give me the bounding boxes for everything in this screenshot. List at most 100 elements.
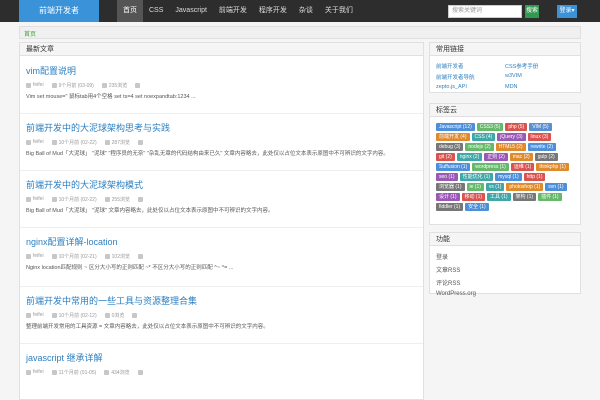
post-comments[interactable] [135, 81, 141, 89]
sidebar-link[interactable]: 前端开发者导航 [436, 73, 505, 81]
tag-chip[interactable]: 工具 (1) [487, 193, 511, 201]
tag-chip[interactable]: jQuery (3) [497, 133, 526, 141]
post-excerpt: 整理前端开发常用的工具资源 = 文章内容略去，此处仅以占位文本表示原图中不可辨识… [26, 324, 269, 330]
post-comments[interactable] [137, 252, 143, 260]
sidebar-link[interactable]: w3VIM [505, 73, 574, 81]
site-logo[interactable]: 前端开发者 [19, 0, 99, 22]
nav-item-css[interactable]: CSS [143, 0, 169, 22]
post-author[interactable]: feifei [26, 81, 44, 89]
tag-chip[interactable]: 移动 (1) [461, 193, 486, 201]
tag-chip[interactable]: 前端开发 (4) [436, 133, 470, 141]
search-input[interactable]: 搜索关键词 [448, 5, 522, 18]
post-author[interactable]: feifei [26, 311, 44, 319]
tag-chip[interactable]: gulp (2) [534, 153, 558, 161]
meta-link[interactable]: 登录 [436, 252, 574, 261]
post-views: 287浏览 [104, 138, 130, 146]
tag-chip[interactable]: wordpress (1) [472, 163, 509, 171]
eye-icon [101, 82, 107, 88]
meta-link[interactable]: WordPress.org [436, 291, 574, 297]
sidebar-links-title: 常用链接 [430, 43, 580, 56]
tag-chip[interactable]: ie (1) [466, 183, 484, 191]
nav-item-frontend[interactable]: 前端开发 [213, 0, 253, 22]
tag-chip[interactable]: http (1) [523, 173, 546, 181]
tag-chip[interactable]: photoshop (1) [506, 183, 544, 191]
post-excerpt: Nginx location匹配规则 ~ 区分大小写的正则匹配 ~* 不区分大小… [26, 265, 234, 271]
sidebar-meta-title: 功能 [430, 233, 580, 246]
post-meta: feifei 10个月前 (02-22) 287浏览 [26, 138, 418, 146]
tag-chip[interactable]: php (5) [505, 123, 528, 131]
user-icon [26, 82, 31, 88]
post-title[interactable]: vim配置说明 [26, 65, 418, 77]
post-title[interactable]: nginx配置详解-location [26, 236, 418, 248]
tag-chip[interactable]: rewrite (2) [527, 143, 557, 151]
sidebar-link[interactable]: zepto.js_API [436, 84, 505, 90]
tag-chip[interactable]: Suffusion (1) [436, 163, 471, 171]
comment-icon [132, 312, 138, 318]
tag-chip[interactable]: CSS3 (5) [476, 123, 504, 131]
tag-chip[interactable]: HTML5 (2) [495, 143, 526, 151]
tag-chip[interactable]: 安全 (1) [465, 203, 489, 211]
sidebar-meta-widget: 功能 登录 文章RSS 评论RSS WordPress.org [429, 232, 581, 297]
user-icon [26, 312, 31, 318]
post-excerpt: Big Ball of Mud「大泥球」 "泥球" 文章内容略去，此处仅以占位文… [26, 208, 274, 214]
tag-chip[interactable]: vs (1) [485, 183, 505, 191]
tag-chip[interactable]: 设计 (1) [436, 193, 460, 201]
meta-link[interactable]: 文章RSS [436, 265, 574, 274]
post-author[interactable]: feifei [26, 195, 44, 203]
tag-chip[interactable]: Javascript (12) [436, 123, 475, 131]
eye-icon [104, 139, 110, 145]
tag-chip[interactable]: svn (1) [545, 183, 567, 191]
eye-icon [104, 253, 110, 259]
user-menu-button[interactable]: 登录▾ [557, 5, 577, 18]
sidebar-link[interactable]: MDN [505, 84, 574, 90]
sidebar-tags-widget: 标签云 Javascript (12) CSS3 (5) php (5) VIM (5… [429, 103, 581, 225]
post-views: 434浏览 [104, 368, 130, 376]
tag-chip[interactable]: git (2) [436, 153, 455, 161]
post-comments[interactable] [137, 368, 143, 376]
tag-chip[interactable]: linux (3) [527, 133, 552, 141]
post-comments[interactable] [137, 138, 143, 146]
tag-chip[interactable]: 性能优化 (1) [459, 173, 494, 181]
post-title[interactable]: 前端开发中常用的一些工具与资源整理合集 [26, 295, 418, 307]
tag-chip[interactable]: 浏览器 (1) [436, 183, 465, 191]
sidebar-link[interactable]: 前端开发者 [436, 62, 505, 70]
tag-chip[interactable]: mysql (1) [495, 173, 522, 181]
nav-item-programming[interactable]: 程序开发 [253, 0, 293, 22]
tag-chip[interactable]: fiddler (1) [436, 203, 464, 211]
sidebar-link[interactable]: CSS参考手册 [505, 62, 574, 70]
clock-icon [51, 196, 57, 202]
tag-cloud: Javascript (12) CSS3 (5) php (5) VIM (5) 前端开… [430, 117, 580, 217]
tag-chip[interactable]: thinkphp (1) [536, 163, 569, 171]
tag-chip[interactable]: nodejs (2) [465, 143, 494, 151]
nav-item-about[interactable]: 关于我们 [319, 0, 359, 22]
tag-chip[interactable]: mac (2) [509, 153, 533, 161]
post-views: 255浏览 [104, 195, 130, 203]
post-item: javascript 继承详解 feifei 11个月前 (01-05) 434… [20, 344, 423, 399]
nav-item-javascript[interactable]: Javascript [169, 0, 213, 22]
post-title[interactable]: javascript 继承详解 [26, 352, 418, 364]
tag-chip[interactable]: nginx (2) [456, 153, 483, 161]
tag-chip[interactable]: 运维 (1) [510, 163, 535, 171]
nav-item-misc[interactable]: 杂谈 [293, 0, 319, 22]
post-comments[interactable] [137, 195, 143, 203]
tag-chip[interactable]: CSS (4) [471, 133, 496, 141]
post-title[interactable]: 前端开发中的大泥球架构模式 [26, 179, 418, 191]
post-author[interactable]: feifei [26, 252, 44, 260]
meta-link[interactable]: 评论RSS [436, 278, 574, 287]
clock-icon [51, 82, 57, 88]
tag-chip[interactable]: debug (3) [436, 143, 464, 151]
post-author[interactable]: feifei [26, 368, 44, 376]
nav-item-home[interactable]: 首页 [117, 0, 143, 22]
tag-chip[interactable]: VIM (5) [529, 123, 552, 131]
breadcrumb-home-link[interactable]: 首页 [24, 29, 36, 38]
post-views: 235浏览 [101, 81, 127, 89]
tag-chip[interactable]: 正则 (2) [484, 153, 508, 161]
post-author[interactable]: feifei [26, 138, 44, 146]
post-comments[interactable] [132, 311, 138, 319]
tag-chip[interactable]: 插件 (1) [538, 193, 562, 201]
post-title[interactable]: 前端开发中的大泥球架构思考与实践 [26, 122, 418, 134]
tag-chip[interactable]: 架构 (1) [512, 193, 537, 201]
main-title: 最新文章 [20, 43, 423, 56]
tag-chip[interactable]: seo (1) [436, 173, 458, 181]
search-button[interactable]: 搜索 [525, 5, 539, 18]
